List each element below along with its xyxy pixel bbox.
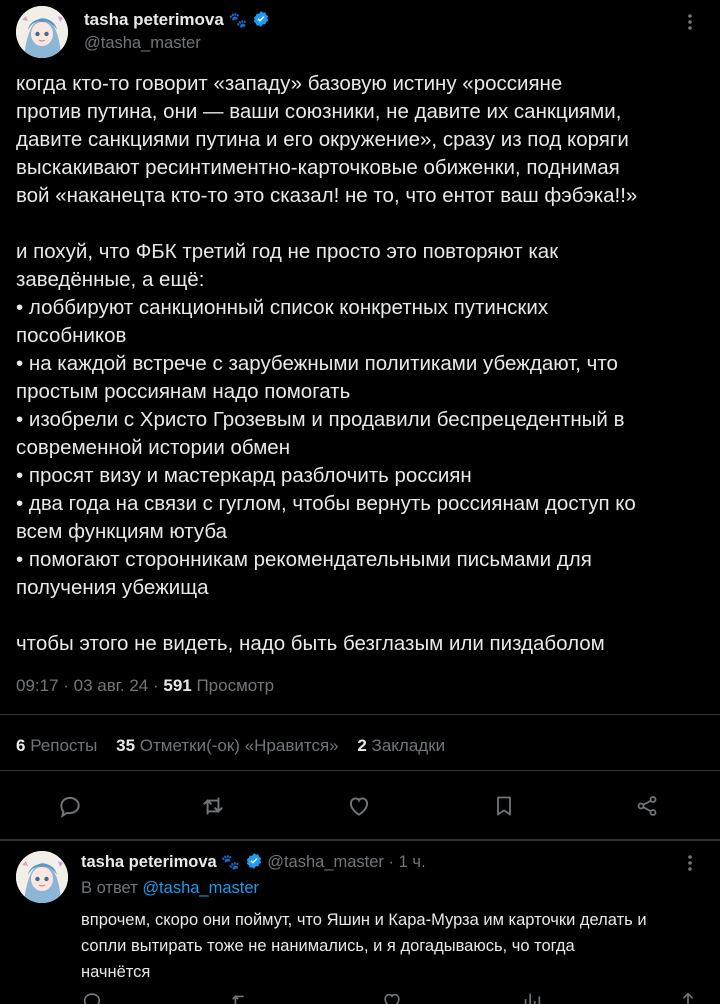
retweet-icon [203, 797, 223, 815]
reply-to-line: В ответ @tasha_master [81, 879, 259, 898]
likes-stat[interactable]: 35 Отметки(-ок) «Нравится» [116, 736, 338, 755]
divider [0, 839, 720, 841]
reply-to-handle[interactable]: @tasha_master [142, 879, 259, 897]
post-timestamp[interactable]: 09:17 · 03 авг. 24 · [16, 676, 163, 695]
bookmark-button[interactable] [486, 788, 522, 824]
author-handle[interactable]: @tasha_master [84, 34, 201, 53]
reposts-stat[interactable]: 6 Репосты [16, 736, 97, 755]
share-button[interactable] [629, 788, 665, 824]
reply-handle-time[interactable]: @tasha_master · 1 ч. [267, 853, 425, 871]
avatar[interactable] [16, 851, 68, 903]
views-icon[interactable] [521, 990, 543, 1004]
reply-header: tasha peterimova 🐾 @tasha_master · 1 ч. [81, 852, 426, 872]
more-icon[interactable] [680, 12, 700, 38]
post-text: когда кто-то говорит «западу» базовую ис… [16, 72, 638, 655]
verified-icon [246, 853, 261, 869]
retweet-icon[interactable] [229, 990, 251, 1004]
more-icon[interactable] [680, 853, 700, 879]
paw-emoji: 🐾 [228, 12, 248, 29]
likes-count: 35 [116, 736, 136, 755]
verified-icon [253, 11, 269, 27]
action-bar [0, 788, 720, 824]
bookmarks-count: 2 [357, 736, 367, 755]
reply-text: впрочем, скоро они поймут, что Яшин и Ка… [81, 911, 647, 981]
share-icon[interactable] [677, 990, 699, 1004]
post-meta: 09:17 · 03 авг. 24 · 591 Просмотр [16, 676, 274, 696]
divider [0, 714, 720, 715]
like-button[interactable] [341, 788, 377, 824]
reply-button[interactable] [52, 788, 88, 824]
reposts-label: Репосты [25, 736, 98, 755]
author-name-row[interactable]: tasha peterimova 🐾 [84, 10, 270, 30]
reply-icon [60, 796, 80, 818]
paw-emoji: 🐾 [221, 854, 241, 871]
bookmarks-label: Закладки [366, 736, 446, 755]
bookmark-icon [497, 796, 511, 816]
like-icon[interactable] [381, 990, 403, 1004]
reply-action-bar [81, 990, 701, 1004]
divider [0, 770, 720, 771]
views-count: 591 [163, 676, 192, 695]
repost-button[interactable] [195, 788, 231, 824]
reply-prefix: В ответ [81, 879, 143, 897]
author-name[interactable]: tasha peterimova [84, 10, 224, 29]
views-label: Просмотр [191, 676, 275, 695]
likes-label: Отметки(-ок) «Нравится» [135, 736, 339, 755]
reply-author-name[interactable]: tasha peterimova [81, 853, 217, 871]
post-stats: 6 Репосты 35 Отметки(-ок) «Нравится» 2 З… [16, 736, 459, 756]
reply-icon[interactable] [81, 990, 103, 1004]
share-icon [637, 796, 657, 816]
avatar[interactable] [16, 6, 68, 58]
like-icon [349, 797, 369, 816]
bookmarks-stat[interactable]: 2 Закладки [357, 736, 445, 755]
